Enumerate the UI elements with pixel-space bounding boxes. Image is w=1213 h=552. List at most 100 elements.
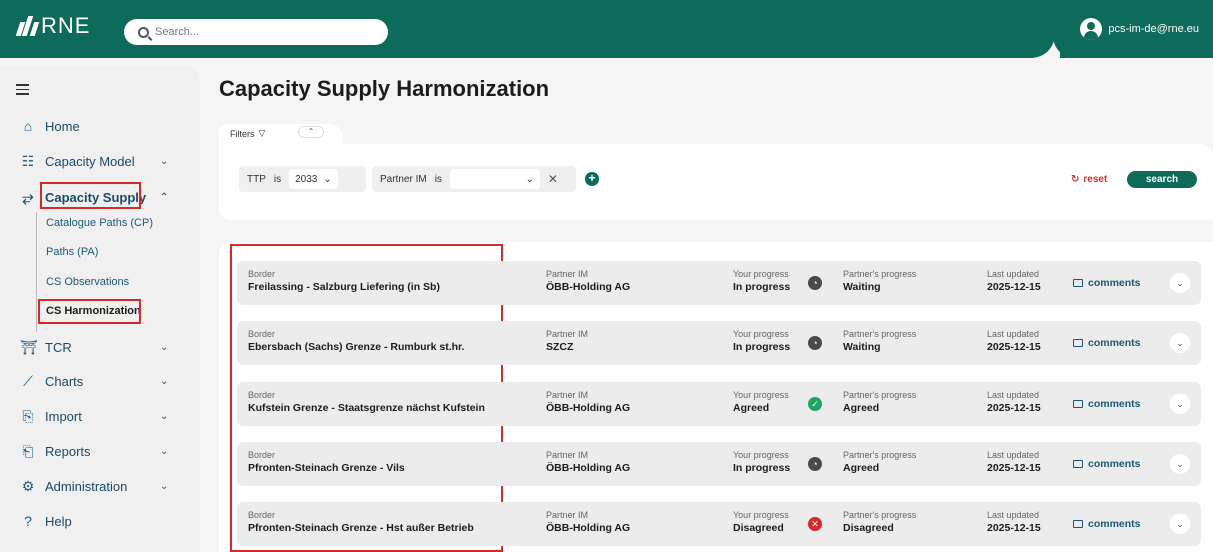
add-filter-button[interactable]: + <box>585 172 599 186</box>
sidebar-item-tcr[interactable]: ⛩ TCR ⌄ <box>0 336 200 358</box>
expand-row-button[interactable]: ⌄ <box>1170 454 1190 474</box>
table-cell: Partner IM ÖBB-Holding AG <box>546 269 630 293</box>
sidebar-item-label: Import <box>45 408 82 424</box>
partner-im-select[interactable]: ⌄ <box>449 169 540 189</box>
user-menu[interactable]: pcs-im-de@rne.eu <box>1080 18 1199 40</box>
sidebar-item-administration[interactable]: ⚙ Administration ⌄ <box>0 475 200 497</box>
chevron-down-icon: ⌄ <box>160 342 169 353</box>
sidebar-item-label: Help <box>45 513 72 529</box>
import-icon: ⎘ <box>22 408 34 424</box>
reports-icon: ⎗ <box>22 443 34 459</box>
expand-row-button[interactable]: ⌄ <box>1170 273 1190 293</box>
column-label: Partner's progress <box>843 510 917 520</box>
sidebar-item-charts[interactable]: ⟋ Charts ⌄ <box>0 370 200 392</box>
collapse-filters-button[interactable]: ⌃ <box>298 126 324 138</box>
table-cell: Partner IM ÖBB-Holding AG <box>546 510 630 534</box>
comments-label: comments <box>1088 518 1141 530</box>
column-label: Your progress <box>733 510 789 520</box>
table-cell: Last updated 2025-12-15 <box>987 510 1041 534</box>
in-progress-icon: ◔ <box>808 457 822 471</box>
filter-panel <box>219 144 1213 220</box>
avatar <box>1080 18 1103 40</box>
comments-button[interactable]: comments <box>1073 337 1141 349</box>
sidebar-subitem-catalogue-paths[interactable]: Catalogue Paths (CP) <box>46 217 153 229</box>
table-cell: Partner IM ÖBB-Holding AG <box>546 450 630 474</box>
rne-logo[interactable]: RNE <box>15 13 90 39</box>
column-label: Partner IM <box>546 510 589 520</box>
table-row[interactable]: Border Kufstein Grenze - Staatsgrenze näc… <box>237 382 1201 426</box>
partner-im-filter-chip[interactable]: Partner IM is ⌄ ✕ <box>372 166 576 192</box>
comments-button[interactable]: comments <box>1073 277 1141 289</box>
reset-icon: ↻ <box>1071 174 1080 185</box>
table-row[interactable]: Border Ebersbach (Sachs) Grenze - Rumburk… <box>237 321 1201 365</box>
sidebar-item-reports[interactable]: ⎗ Reports ⌄ <box>0 440 200 462</box>
filters-toggle[interactable]: Filters ▽ <box>230 128 265 139</box>
table-cell: Your progress Agreed <box>733 390 789 414</box>
cell-value: Agreed <box>733 402 770 414</box>
search-input[interactable] <box>155 26 355 38</box>
table-cell: Last updated 2025-12-15 <box>987 269 1041 293</box>
column-label: Partner IM <box>546 329 589 339</box>
sidebar-item-label: Capacity Model <box>45 153 135 169</box>
sidebar-subitem-cs-observations[interactable]: CS Observations <box>46 276 129 288</box>
global-search[interactable] <box>124 19 388 45</box>
cell-value: ÖBB-Holding AG <box>546 402 631 414</box>
cell-value: In progress <box>733 462 791 474</box>
sidebar-item-label: Reports <box>45 443 91 459</box>
chevron-up-icon: ⌃ <box>160 192 169 203</box>
column-label: Partner IM <box>546 450 589 460</box>
comments-button[interactable]: comments <box>1073 458 1141 470</box>
comments-label: comments <box>1088 277 1141 289</box>
cell-value: Disagreed <box>843 522 894 534</box>
sidebar-item-label: TCR <box>45 339 72 355</box>
column-label: Your progress <box>733 329 789 339</box>
comments-label: comments <box>1088 337 1141 349</box>
sidebar-item-capacity-model[interactable]: ☷ Capacity Model ⌄ <box>0 150 200 172</box>
cell-value: SZCZ <box>546 341 574 353</box>
filter-icon: ▽ <box>258 128 266 138</box>
sidebar-item-help[interactable]: ? Help <box>0 510 200 532</box>
table-cell: Border Freilassing - Salzburg Liefering (… <box>248 269 440 293</box>
column-label: Border <box>248 269 276 279</box>
table-row[interactable]: Border Pfronten-Steinach Grenze - Vils Pa… <box>237 442 1201 486</box>
comments-button[interactable]: comments <box>1073 398 1141 410</box>
cell-value: Agreed <box>843 462 880 474</box>
table-cell: Last updated 2025-12-15 <box>987 450 1041 474</box>
sidebar-item-home[interactable]: ⌂ Home <box>0 115 200 137</box>
home-icon: ⌂ <box>23 118 33 134</box>
cell-value: Disagreed <box>733 522 784 534</box>
in-progress-icon: ◔ <box>808 276 822 290</box>
cell-value: 2025-12-15 <box>987 462 1041 474</box>
clear-icon[interactable]: ✕ <box>548 172 558 186</box>
expand-row-button[interactable]: ⌄ <box>1170 333 1190 353</box>
table-cell: Partner's progress Waiting <box>843 269 916 293</box>
administration-icon: ⚙ <box>21 478 35 494</box>
reset-button[interactable]: ↻ reset <box>1071 174 1107 185</box>
table-cell: Partner IM ÖBB-Holding AG <box>546 390 630 414</box>
cell-value: 2025-12-15 <box>987 522 1041 534</box>
highlight-box <box>40 182 141 209</box>
menu-icon[interactable] <box>16 84 29 98</box>
ttp-select[interactable]: 2033 ⌄ <box>289 169 338 189</box>
comments-label: comments <box>1088 458 1141 470</box>
expand-row-button[interactable]: ⌄ <box>1170 514 1190 534</box>
table-row[interactable]: Border Freilassing - Salzburg Liefering (… <box>237 261 1201 305</box>
expand-row-button[interactable]: ⌄ <box>1170 394 1190 414</box>
column-label: Last updated <box>987 329 1040 339</box>
comment-icon <box>1073 400 1083 408</box>
help-icon: ? <box>24 513 32 529</box>
table-row[interactable]: Border Pfronten-Steinach Grenze - Hst auß… <box>237 502 1201 546</box>
comments-button[interactable]: comments <box>1073 518 1141 530</box>
cell-value: 2025-12-15 <box>987 402 1041 414</box>
sidebar-subitem-paths[interactable]: Paths (PA) <box>46 246 98 258</box>
column-label: Border <box>248 510 276 520</box>
logo-mark-icon <box>15 16 40 36</box>
cell-value: Waiting <box>843 281 881 293</box>
sidebar-item-import[interactable]: ⎘ Import ⌄ <box>0 405 200 427</box>
ttp-filter-chip[interactable]: TTP is 2033 ⌄ <box>239 166 366 192</box>
table-cell: Last updated 2025-12-15 <box>987 390 1041 414</box>
column-label: Your progress <box>733 390 789 400</box>
cell-value: 2025-12-15 <box>987 341 1041 353</box>
search-button[interactable]: search <box>1127 171 1197 188</box>
column-label: Border <box>248 390 276 400</box>
